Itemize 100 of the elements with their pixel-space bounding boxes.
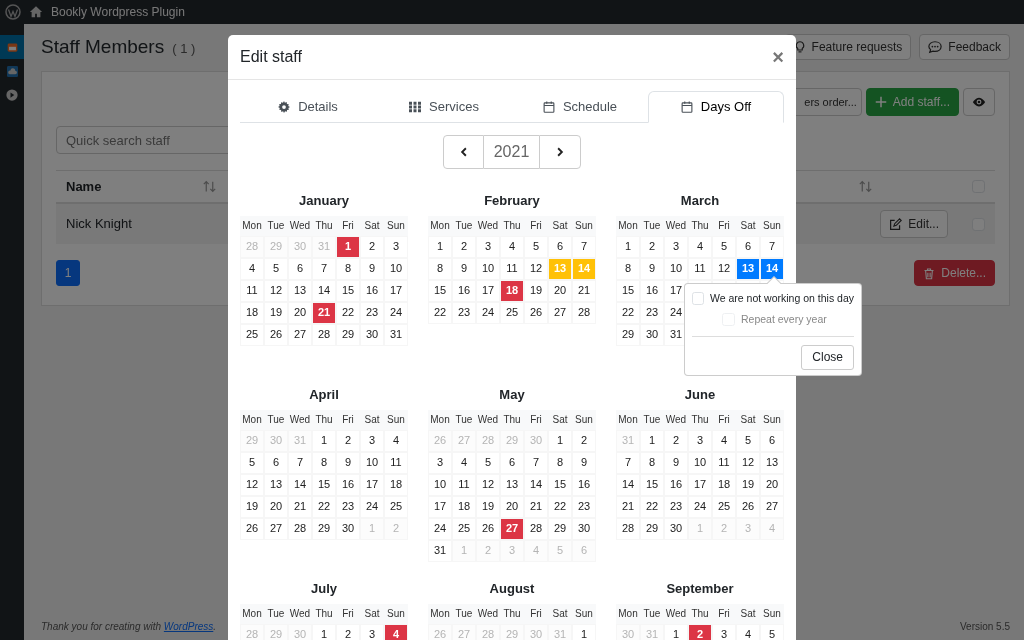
day-cell[interactable]: 28 — [288, 517, 312, 540]
day-cell[interactable]: 18 — [452, 495, 476, 518]
day-cell[interactable]: 26 — [240, 517, 264, 540]
close-button[interactable]: × — [772, 47, 784, 67]
site-title[interactable]: Bookly Wordpress Plugin — [51, 3, 185, 21]
day-cell[interactable]: 29 — [336, 323, 360, 346]
day-cell[interactable]: 29 — [312, 517, 336, 540]
day-cell[interactable]: 6 — [500, 451, 524, 474]
day-cell[interactable]: 16 — [640, 279, 664, 302]
day-cell[interactable]: 15 — [428, 279, 452, 302]
day-cell[interactable]: 30 — [572, 517, 596, 540]
day-cell[interactable]: 13 — [500, 473, 524, 496]
tab[interactable]: Days Off — [648, 91, 784, 123]
day-cell[interactable]: 14 — [616, 473, 640, 496]
day-cell[interactable]: 17 — [428, 495, 452, 518]
day-cell[interactable]: 12 — [240, 473, 264, 496]
day-cell[interactable]: 26 — [524, 301, 548, 324]
day-cell[interactable]: 30 — [336, 517, 360, 540]
day-cell[interactable]: 17 — [384, 279, 408, 302]
day-cell[interactable]: 15 — [640, 473, 664, 496]
day-cell[interactable]: 9 — [360, 257, 384, 280]
day-cell[interactable]: 26 — [264, 323, 288, 346]
day-cell[interactable]: 12 — [264, 279, 288, 302]
day-cell[interactable]: 3 — [688, 429, 712, 452]
day-cell[interactable]: 30 — [640, 323, 664, 346]
day-cell[interactable]: 17 — [476, 279, 500, 302]
day-cell[interactable]: 6 — [736, 235, 760, 258]
day-cell[interactable]: 26 — [736, 495, 760, 518]
day-cell[interactable]: 20 — [500, 495, 524, 518]
day-cell[interactable]: 17 — [688, 473, 712, 496]
day-cell[interactable]: 23 — [336, 495, 360, 518]
day-cell[interactable]: 27 — [500, 517, 524, 540]
day-cell[interactable]: 3 — [428, 451, 452, 474]
day-cell[interactable]: 30 — [360, 323, 384, 346]
day-cell[interactable]: 2 — [640, 235, 664, 258]
day-cell[interactable]: 6 — [288, 257, 312, 280]
tab[interactable]: Schedule — [512, 91, 648, 123]
day-cell[interactable]: 11 — [712, 451, 736, 474]
day-cell[interactable]: 30 — [664, 517, 688, 540]
day-cell[interactable]: 4 — [452, 451, 476, 474]
day-cell[interactable]: 22 — [336, 301, 360, 324]
day-cell[interactable]: 25 — [240, 323, 264, 346]
day-cell[interactable]: 3 — [664, 235, 688, 258]
day-cell[interactable]: 1 — [312, 429, 336, 452]
day-cell[interactable]: 18 — [384, 473, 408, 496]
day-cell[interactable]: 14 — [312, 279, 336, 302]
day-cell[interactable]: 20 — [288, 301, 312, 324]
day-cell[interactable]: 28 — [312, 323, 336, 346]
day-cell[interactable]: 4 — [384, 429, 408, 452]
day-cell[interactable]: 4 — [736, 623, 760, 640]
day-cell[interactable]: 24 — [384, 301, 408, 324]
day-cell[interactable]: 5 — [476, 451, 500, 474]
tab[interactable]: Details — [240, 91, 376, 123]
day-cell[interactable]: 12 — [524, 257, 548, 280]
day-cell[interactable]: 20 — [548, 279, 572, 302]
day-cell[interactable]: 23 — [640, 301, 664, 324]
day-cell[interactable]: 22 — [640, 495, 664, 518]
day-cell[interactable]: 16 — [360, 279, 384, 302]
day-cell[interactable]: 11 — [452, 473, 476, 496]
close-popover-button[interactable]: Close — [801, 344, 854, 370]
day-cell[interactable]: 11 — [384, 451, 408, 474]
day-cell[interactable]: 27 — [760, 495, 784, 518]
day-cell[interactable]: 5 — [712, 235, 736, 258]
day-cell[interactable]: 11 — [688, 257, 712, 280]
day-cell[interactable]: 2 — [452, 235, 476, 258]
day-cell[interactable]: 2 — [336, 429, 360, 452]
day-cell[interactable]: 26 — [476, 517, 500, 540]
day-cell[interactable]: 12 — [736, 451, 760, 474]
day-cell[interactable]: 15 — [336, 279, 360, 302]
day-cell[interactable]: 13 — [760, 451, 784, 474]
day-cell[interactable]: 21 — [312, 301, 336, 324]
day-cell[interactable]: 16 — [664, 473, 688, 496]
day-cell[interactable]: 24 — [428, 517, 452, 540]
day-cell[interactable]: 1 — [572, 623, 596, 640]
day-cell[interactable]: 8 — [640, 451, 664, 474]
day-cell[interactable]: 7 — [572, 235, 596, 258]
day-cell[interactable]: 14 — [760, 257, 784, 280]
day-cell[interactable]: 11 — [500, 257, 524, 280]
day-cell[interactable]: 9 — [572, 451, 596, 474]
day-cell[interactable]: 21 — [524, 495, 548, 518]
day-cell[interactable]: 19 — [476, 495, 500, 518]
day-cell[interactable]: 29 — [640, 517, 664, 540]
day-cell[interactable]: 15 — [548, 473, 572, 496]
day-cell[interactable]: 31 — [384, 323, 408, 346]
day-cell[interactable]: 3 — [360, 429, 384, 452]
day-cell[interactable]: 1 — [336, 235, 360, 258]
visibility-button[interactable] — [963, 88, 995, 116]
day-cell[interactable]: 18 — [712, 473, 736, 496]
day-cell[interactable]: 9 — [336, 451, 360, 474]
day-cell[interactable]: 7 — [288, 451, 312, 474]
day-cell[interactable]: 8 — [428, 257, 452, 280]
day-cell[interactable]: 5 — [264, 257, 288, 280]
day-cell[interactable]: 9 — [664, 451, 688, 474]
day-cell[interactable]: 10 — [428, 473, 452, 496]
day-cell[interactable]: 24 — [688, 495, 712, 518]
day-cell[interactable]: 6 — [760, 429, 784, 452]
day-cell[interactable]: 28 — [616, 517, 640, 540]
day-cell[interactable]: 3 — [712, 623, 736, 640]
day-cell[interactable]: 15 — [312, 473, 336, 496]
day-cell[interactable]: 17 — [360, 473, 384, 496]
